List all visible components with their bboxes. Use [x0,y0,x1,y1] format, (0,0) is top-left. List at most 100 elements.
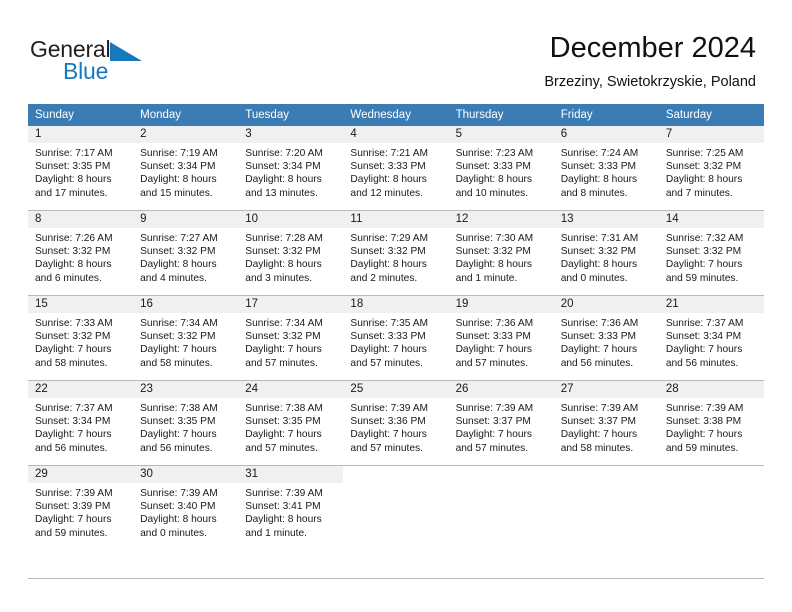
weekday-header-thursday: Thursday [448,104,554,126]
day-number: 7 [658,126,764,143]
daylight-text-line1: Daylight: 8 hours [140,259,217,271]
day-details: Sunrise: 7:35 AM Sunset: 3:33 PM Dayligh… [343,313,448,370]
day-details: Sunrise: 7:39 AM Sunset: 3:41 PM Dayligh… [238,483,343,540]
sunset-text: Sunset: 3:32 PM [665,161,742,173]
sunrise-text: Sunrise: 7:38 AM [245,403,323,414]
calendar-day-cell[interactable]: 24 Sunrise: 7:38 AM Sunset: 3:35 PM Dayl… [238,380,344,466]
daylight-text-line2: and 3 minutes. [245,272,313,284]
day-details: Sunrise: 7:39 AM Sunset: 3:37 PM Dayligh… [449,398,554,455]
daylight-text-line1: Daylight: 8 hours [245,514,322,526]
day-number [343,466,449,483]
calendar-day-cell[interactable]: 31 Sunrise: 7:39 AM Sunset: 3:41 PM Dayl… [238,465,344,550]
sunrise-text: Sunrise: 7:39 AM [455,403,534,414]
day-details: Sunrise: 7:39 AM Sunset: 3:36 PM Dayligh… [343,398,448,455]
calendar-day-cell[interactable]: 10 Sunrise: 7:28 AM Sunset: 3:32 PM Dayl… [238,210,344,296]
calendar-day-cell[interactable]: 2 Sunrise: 7:19 AM Sunset: 3:34 PM Dayli… [133,126,239,211]
day-details: Sunrise: 7:34 AM Sunset: 3:32 PM Dayligh… [238,313,343,370]
day-number: 30 [133,466,239,483]
day-number: 10 [238,211,344,228]
sunrise-text: Sunrise: 7:26 AM [35,233,113,244]
calendar-day-cell[interactable]: 28 Sunrise: 7:39 AM Sunset: 3:38 PM Dayl… [658,380,764,466]
calendar-day-cell[interactable]: 25 Sunrise: 7:39 AM Sunset: 3:36 PM Dayl… [343,380,449,466]
daylight-text-line2: and 7 minutes. [665,187,733,199]
daylight-text-line2: and 58 minutes. [140,357,213,369]
day-number: 14 [658,211,764,228]
calendar-day-cell[interactable]: 18 Sunrise: 7:35 AM Sunset: 3:33 PM Dayl… [343,295,449,381]
weekday-header-tuesday: Tuesday [238,104,344,126]
day-details: Sunrise: 7:39 AM Sunset: 3:39 PM Dayligh… [28,483,133,540]
day-number: 3 [238,126,344,143]
calendar-day-cell[interactable]: 6 Sunrise: 7:24 AM Sunset: 3:33 PM Dayli… [553,126,659,211]
day-number: 21 [658,296,764,313]
sunrise-text: Sunrise: 7:23 AM [455,148,534,159]
sunrise-text: Sunrise: 7:30 AM [455,233,534,244]
day-number: 19 [448,296,554,313]
day-number: 2 [133,126,239,143]
brand-name-blue: Blue [63,58,109,84]
calendar-day-cell[interactable]: 13 Sunrise: 7:31 AM Sunset: 3:32 PM Dayl… [553,210,659,296]
daylight-text-line2: and 56 minutes. [665,357,739,369]
daylight-text-line2: and 57 minutes. [245,442,318,454]
weekday-header-saturday: Saturday [658,104,764,126]
calendar-day-cell[interactable]: 20 Sunrise: 7:36 AM Sunset: 3:33 PM Dayl… [553,295,659,381]
day-number: 13 [553,211,659,228]
calendar-day-cell[interactable]: 11 Sunrise: 7:29 AM Sunset: 3:32 PM Dayl… [343,210,449,296]
daylight-text-line2: and 59 minutes. [665,442,739,454]
day-number: 4 [343,126,449,143]
day-number: 15 [28,296,134,313]
daylight-text-line2: and 56 minutes. [140,442,213,454]
page-subtitle-location: Brzeziny, Swietokrzyskie, Poland [544,74,756,90]
day-number: 17 [238,296,344,313]
calendar-day-cell[interactable]: 15 Sunrise: 7:33 AM Sunset: 3:32 PM Dayl… [28,295,134,381]
calendar-day-cell[interactable]: 21 Sunrise: 7:37 AM Sunset: 3:34 PM Dayl… [658,295,764,381]
sunset-text: Sunset: 3:35 PM [35,161,111,173]
sunrise-text: Sunrise: 7:25 AM [665,148,744,159]
sunrise-text: Sunrise: 7:21 AM [350,148,429,159]
sunrise-text: Sunrise: 7:27 AM [140,233,218,244]
general-blue-logo[interactable]: General Blue [30,36,230,92]
calendar-day-cell[interactable]: 5 Sunrise: 7:23 AM Sunset: 3:33 PM Dayli… [448,126,554,211]
calendar-day-cell[interactable]: 8 Sunrise: 7:26 AM Sunset: 3:32 PM Dayli… [28,210,134,296]
calendar-day-cell[interactable]: 1 Sunrise: 7:17 AM Sunset: 3:35 PM Dayli… [28,126,134,211]
sunrise-text: Sunrise: 7:33 AM [35,318,113,329]
calendar-day-cell[interactable]: 14 Sunrise: 7:32 AM Sunset: 3:32 PM Dayl… [658,210,764,296]
calendar-day-cell[interactable]: 3 Sunrise: 7:20 AM Sunset: 3:34 PM Dayli… [238,126,344,211]
daylight-text-line2: and 57 minutes. [455,357,529,369]
daylight-text-line2: and 2 minutes. [350,272,418,284]
calendar-day-cell[interactable]: 17 Sunrise: 7:34 AM Sunset: 3:32 PM Dayl… [238,295,344,381]
sunset-text: Sunset: 3:33 PM [455,161,531,173]
calendar-day-cell[interactable]: 23 Sunrise: 7:38 AM Sunset: 3:35 PM Dayl… [133,380,239,466]
calendar-day-cell[interactable]: 7 Sunrise: 7:25 AM Sunset: 3:32 PM Dayli… [658,126,764,211]
day-details: Sunrise: 7:38 AM Sunset: 3:35 PM Dayligh… [133,398,238,455]
calendar-day-cell[interactable]: 27 Sunrise: 7:39 AM Sunset: 3:37 PM Dayl… [553,380,659,466]
day-number: 1 [28,126,134,143]
day-details: Sunrise: 7:39 AM Sunset: 3:37 PM Dayligh… [554,398,659,455]
calendar-header-row: Sunday Monday Tuesday Wednesday Thursday… [28,104,764,126]
sunrise-text: Sunrise: 7:35 AM [350,318,429,329]
calendar-day-cell-empty [658,465,764,550]
calendar-day-cell[interactable]: 26 Sunrise: 7:39 AM Sunset: 3:37 PM Dayl… [448,380,554,466]
daylight-text-line1: Daylight: 7 hours [455,429,533,441]
calendar-day-cell[interactable]: 4 Sunrise: 7:21 AM Sunset: 3:33 PM Dayli… [343,126,449,211]
sunset-text: Sunset: 3:33 PM [455,331,531,343]
sunrise-text: Sunrise: 7:20 AM [245,148,323,159]
day-details: Sunrise: 7:30 AM Sunset: 3:32 PM Dayligh… [449,228,554,285]
calendar-day-cell[interactable]: 29 Sunrise: 7:39 AM Sunset: 3:39 PM Dayl… [28,465,134,550]
calendar-day-cell[interactable]: 19 Sunrise: 7:36 AM Sunset: 3:33 PM Dayl… [448,295,554,381]
weekday-header-wednesday: Wednesday [343,104,449,126]
daylight-text-line2: and 58 minutes. [560,442,634,454]
calendar-day-cell[interactable]: 30 Sunrise: 7:39 AM Sunset: 3:40 PM Dayl… [133,465,239,550]
calendar-week-row: 22 Sunrise: 7:37 AM Sunset: 3:34 PM Dayl… [28,380,764,466]
calendar-day-cell[interactable]: 9 Sunrise: 7:27 AM Sunset: 3:32 PM Dayli… [133,210,239,296]
day-number: 16 [133,296,239,313]
sunset-text: Sunset: 3:32 PM [140,331,216,343]
sunrise-text: Sunrise: 7:38 AM [140,403,218,414]
sunset-text: Sunset: 3:33 PM [560,161,637,173]
daylight-text-line1: Daylight: 7 hours [245,344,322,356]
calendar-day-cell[interactable]: 12 Sunrise: 7:30 AM Sunset: 3:32 PM Dayl… [448,210,554,296]
daylight-text-line2: and 1 minute. [245,527,308,539]
calendar-day-cell[interactable]: 22 Sunrise: 7:37 AM Sunset: 3:34 PM Dayl… [28,380,134,466]
calendar-week-row: 1 Sunrise: 7:17 AM Sunset: 3:35 PM Dayli… [28,126,764,211]
sunset-text: Sunset: 3:32 PM [140,246,216,258]
calendar-day-cell[interactable]: 16 Sunrise: 7:34 AM Sunset: 3:32 PM Dayl… [133,295,239,381]
